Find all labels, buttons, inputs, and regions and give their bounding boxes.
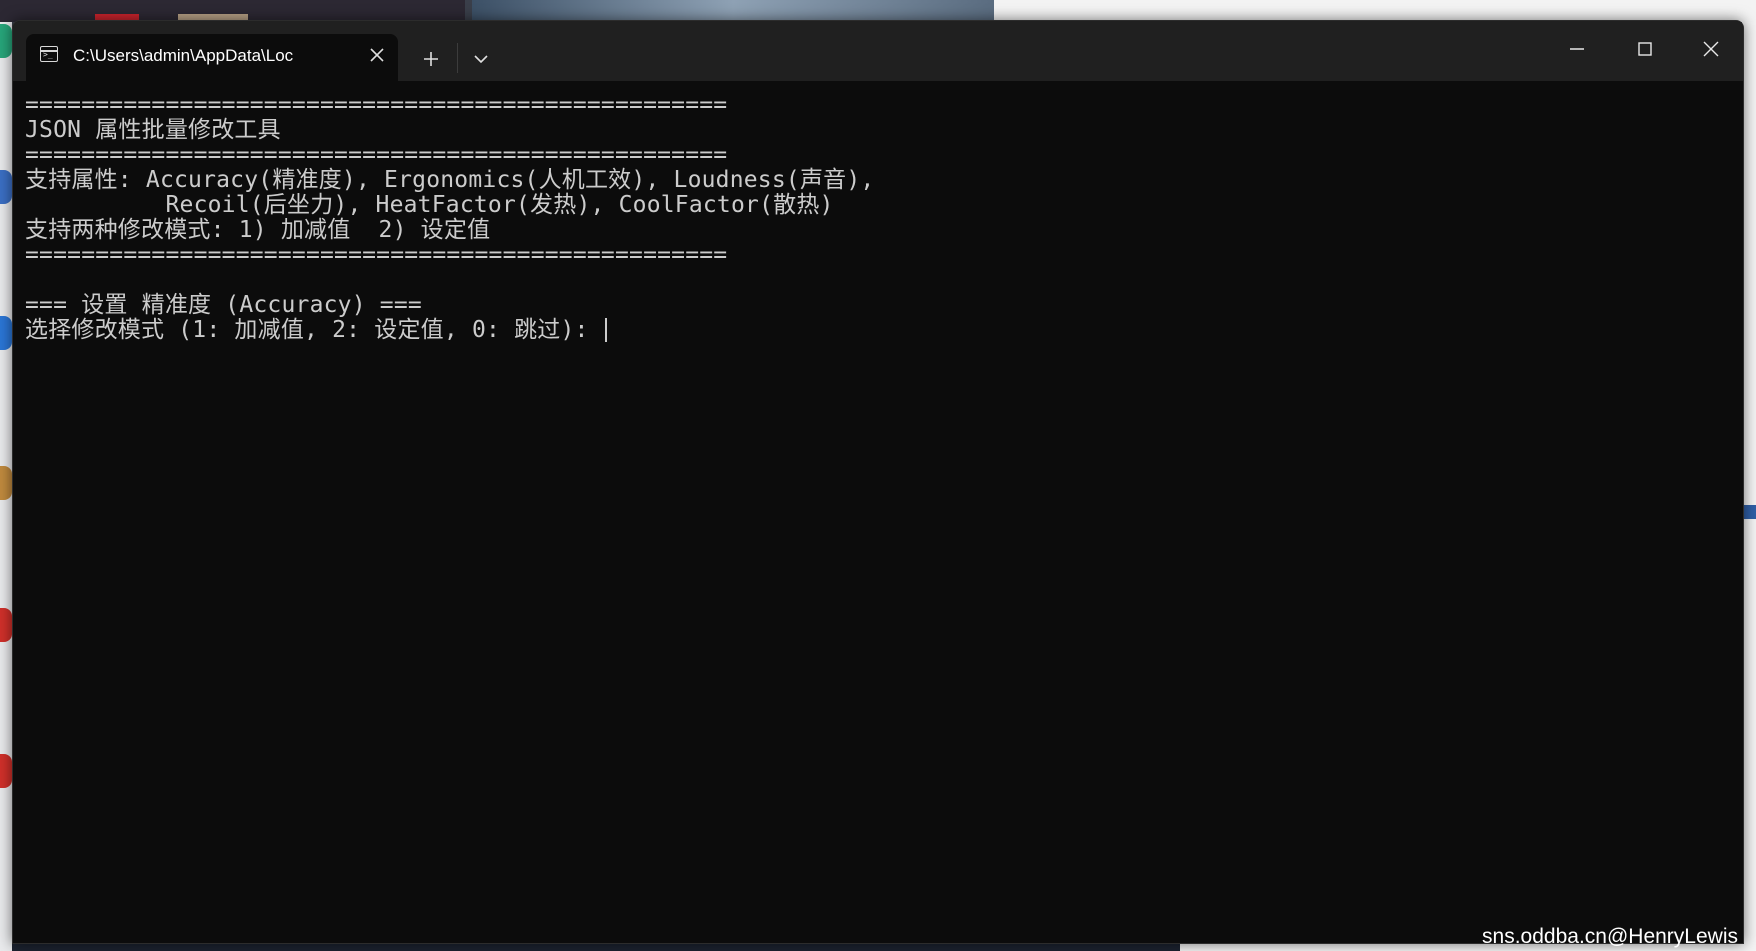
- maximize-icon: [1638, 42, 1652, 56]
- tab-active[interactable]: >_ C:\Users\admin\AppData\Loc: [26, 34, 398, 81]
- terminal-icon: >_: [40, 46, 58, 62]
- tab-separator: [457, 43, 458, 73]
- desktop-background: [994, 0, 1756, 22]
- terminal-line: JSON 属性批量修改工具: [25, 117, 281, 143]
- terminal-line: === 设置 精准度 (Accuracy) ===: [25, 292, 422, 318]
- desktop-app-icon[interactable]: [0, 608, 12, 642]
- new-tab-button[interactable]: [411, 41, 451, 77]
- text-cursor: [604, 318, 607, 342]
- chevron-down-icon: [474, 55, 488, 64]
- desktop-app-icon[interactable]: [0, 754, 12, 788]
- minimize-button[interactable]: [1543, 27, 1611, 71]
- minimize-icon: [1570, 48, 1584, 50]
- terminal-output[interactable]: ========================================…: [25, 91, 1735, 931]
- terminal-line: ========================================…: [25, 142, 728, 168]
- watermark: sns.oddba.cn@HenryLewis: [1482, 925, 1738, 948]
- desktop-background: [1744, 505, 1756, 519]
- title-bar[interactable]: >_ C:\Users\admin\AppData\Loc: [13, 21, 1743, 81]
- maximize-button[interactable]: [1611, 27, 1679, 71]
- terminal-line: 支持属性: Accuracy(精准度), Ergonomics(人机工效), L…: [25, 167, 875, 193]
- plus-icon: [424, 52, 438, 66]
- close-icon: [370, 48, 384, 62]
- close-window-button[interactable]: [1679, 27, 1743, 71]
- desktop-background: [1742, 22, 1756, 951]
- desktop-app-icon[interactable]: [0, 24, 12, 58]
- terminal-line: ========================================…: [25, 242, 728, 268]
- tab-dropdown-button[interactable]: [461, 41, 501, 77]
- desktop-background: [472, 0, 994, 22]
- terminal-line: 支持两种修改模式: 1) 加减值 2) 设定值: [25, 217, 491, 243]
- desktop-app-icon[interactable]: [0, 316, 12, 350]
- close-icon: [1703, 41, 1719, 57]
- terminal-window[interactable]: >_ C:\Users\admin\AppData\Loc ==========…: [12, 20, 1744, 944]
- close-tab-button[interactable]: [362, 40, 392, 70]
- tab-title: C:\Users\admin\AppData\Loc: [73, 46, 294, 65]
- terminal-line: Recoil(后坐力), HeatFactor(发热), CoolFactor(…: [25, 192, 834, 218]
- terminal-prompt-line[interactable]: 选择修改模式 (1: 加减值, 2: 设定值, 0: 跳过):: [25, 316, 603, 344]
- terminal-line: ========================================…: [25, 92, 728, 118]
- desktop-app-icon[interactable]: [0, 170, 12, 204]
- desktop-app-icon[interactable]: [0, 466, 12, 500]
